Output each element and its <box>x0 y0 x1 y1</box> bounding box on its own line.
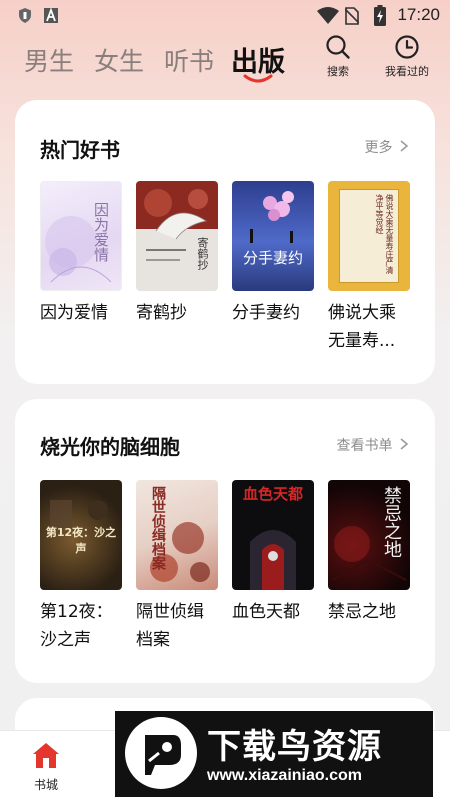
no-sim-icon <box>345 7 359 25</box>
tab-bookstore[interactable]: 书城 <box>18 741 74 793</box>
chevron-right-icon <box>400 438 409 450</box>
cover-title: 分手妻约 <box>242 249 303 267</box>
book-title: 禁忌之地 <box>328 602 396 622</box>
battery-charging-icon <box>374 5 386 26</box>
book-title: 血色天都 <box>232 602 300 622</box>
history-button[interactable]: 我看过的 <box>375 34 439 79</box>
cover-panel: 佛说大乘无量寿庄严清净平等觉经 <box>339 189 399 283</box>
top-nav: 男生 女生 听书 出版 搜索 我看过的 <box>0 32 450 94</box>
more-label: 查看书单 <box>336 438 393 454</box>
watermark-url: www.xiazainiao.com <box>207 767 363 784</box>
book-cover: 血色天都 <box>232 480 314 590</box>
cover-title: 因为爱情 <box>92 202 110 262</box>
book-cover: 寄鹤抄 <box>136 181 218 291</box>
book-title: 分手妻约 <box>232 303 300 323</box>
book-item[interactable]: 禁忌之地 禁忌之地 <box>328 480 410 626</box>
status-bar: 17:20 <box>0 0 450 32</box>
cover-title: 隔世侦缉档案 <box>150 486 166 570</box>
hot-books-more-link[interactable]: 更多 <box>365 137 409 157</box>
hot-books-card: 热门好书 更多 因为爱情 因为爱情 寄鹤抄 寄鹤抄 分手妻约 分手妻约 佛说大乘… <box>15 100 435 384</box>
status-time: 17:20 <box>397 5 440 24</box>
chevron-right-icon <box>400 140 409 152</box>
book-title: 寄鹤抄 <box>136 303 187 323</box>
book-cover: 隔世侦缉档案 <box>136 480 218 590</box>
tab-female[interactable]: 女生 <box>94 42 144 78</box>
book-cover: 禁忌之地 <box>328 480 410 590</box>
book-cover: 分手妻约 <box>232 181 314 291</box>
book-cover: 佛说大乘无量寿庄严清净平等觉经 <box>328 181 410 291</box>
cover-art <box>136 181 218 261</box>
cover-title: 寄鹤抄 <box>196 237 209 270</box>
book-item[interactable]: 隔世侦缉档案 隔世侦缉档案 <box>136 480 218 654</box>
book-title: 因为爱情 <box>40 303 108 323</box>
history-label: 我看过的 <box>385 65 429 78</box>
book-item[interactable]: 分手妻约 分手妻约 <box>232 181 314 327</box>
brain-books-card: 烧光你的脑细胞 查看书单 第12夜：沙之声 第12夜：沙之声 隔世侦缉档案 隔世… <box>15 399 435 683</box>
book-title: 第12夜：沙之声 <box>40 602 113 650</box>
book-cover: 第12夜：沙之声 <box>40 480 122 590</box>
home-icon <box>33 743 59 768</box>
book-cover: 因为爱情 <box>40 181 122 291</box>
watermark-banner: 下载鸟资源 www.xiazainiao.com <box>115 711 433 797</box>
book-item[interactable]: 第12夜：沙之声 第12夜：沙之声 <box>40 480 122 654</box>
hot-books-title: 热门好书 <box>40 138 120 162</box>
book-item[interactable]: 血色天都 血色天都 <box>232 480 314 626</box>
book-item[interactable]: 佛说大乘无量寿庄严清净平等觉经 佛说大乘无量寿... <box>328 181 410 355</box>
search-label: 搜索 <box>327 65 349 78</box>
watermark-logo <box>125 717 197 789</box>
book-item[interactable]: 寄鹤抄 寄鹤抄 <box>136 181 218 327</box>
book-title: 隔世侦缉档案 <box>136 602 204 650</box>
search-icon <box>326 35 350 59</box>
tab-bookstore-label: 书城 <box>33 778 58 792</box>
book-title: 佛说大乘无量寿... <box>328 303 396 351</box>
watermark-title: 下载鸟资源 <box>207 727 382 767</box>
cover-title: 血色天都 <box>242 485 303 503</box>
cover-title: 禁忌之地 <box>381 486 402 558</box>
wifi-icon <box>317 7 339 24</box>
clock-icon <box>395 35 419 59</box>
cover-title: 第12夜：沙之声 <box>45 526 117 555</box>
search-button[interactable]: 搜索 <box>306 34 370 79</box>
cover-title: 佛说大乘无量寿庄严清净平等觉经 <box>375 194 394 274</box>
cover-art <box>250 191 294 243</box>
bird-logo-icon <box>145 735 181 775</box>
book-item[interactable]: 因为爱情 因为爱情 <box>40 181 122 327</box>
brain-books-more-link[interactable]: 查看书单 <box>337 435 409 455</box>
active-tab-indicator <box>243 74 273 83</box>
tab-audiobook[interactable]: 听书 <box>164 42 214 78</box>
a-icon <box>44 8 58 23</box>
shield-icon <box>19 8 31 23</box>
brain-books-title: 烧光你的脑细胞 <box>40 435 180 459</box>
more-label: 更多 <box>364 140 393 156</box>
tab-male[interactable]: 男生 <box>24 42 74 78</box>
